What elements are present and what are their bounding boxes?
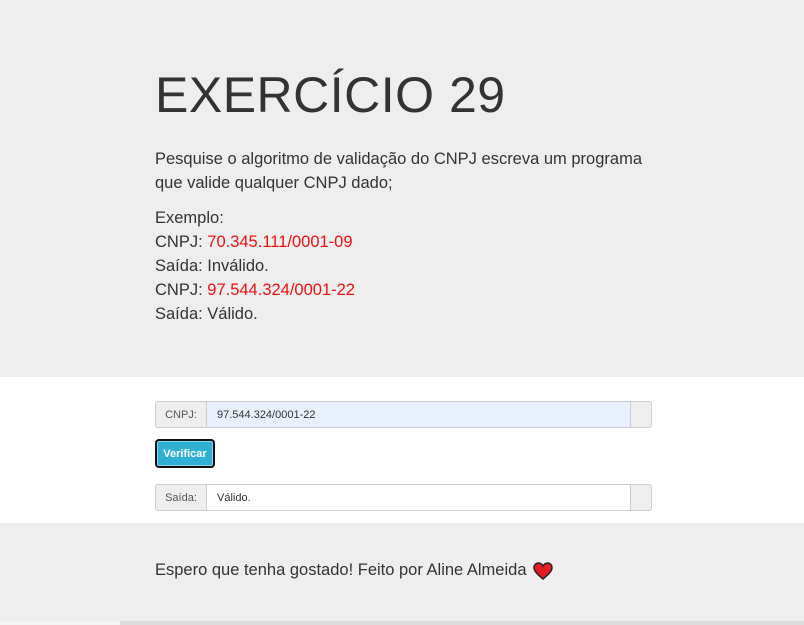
- horizontal-scrollbar[interactable]: [0, 621, 804, 625]
- saida-value: Inválido.: [207, 257, 269, 275]
- cnpj-value: 97.544.324/0001-22: [207, 281, 355, 299]
- exercise-description: Pesquise o algoritmo de validação do CNP…: [155, 150, 642, 192]
- hero-section: EXERCÍCIO 29 Pesquise o algoritmo de val…: [0, 0, 804, 377]
- scrollbar-thumb[interactable]: [0, 621, 120, 625]
- form-section: CNPJ: 97.544.324/0001-22 Verificar Saída…: [0, 377, 804, 523]
- example-saida-line-1: Saída: Inválido.: [155, 254, 355, 278]
- example-saida-line-2: Saída: Válido.: [155, 302, 355, 326]
- saida-value: Válido.: [207, 305, 258, 323]
- cnpj-input-group: CNPJ: 97.544.324/0001-22: [155, 401, 652, 428]
- saida-label: Saída:: [155, 257, 208, 275]
- cnpj-addon-label: CNPJ:: [156, 402, 207, 427]
- heart-icon: [532, 561, 553, 580]
- cnpj-input[interactable]: 97.544.324/0001-22: [207, 402, 630, 427]
- page-title: EXERCÍCIO 29: [155, 67, 506, 123]
- cnpj-label: CNPJ:: [155, 233, 208, 251]
- example-block: Exemplo: CNPJ: 70.345.111/0001-09 Saída:…: [155, 206, 355, 326]
- example-label: Exemplo:: [155, 209, 224, 227]
- saida-output-addon-end: [630, 485, 651, 510]
- footer: Espero que tenha gostado! Feito por Alin…: [0, 523, 804, 625]
- cnpj-label: CNPJ:: [155, 281, 208, 299]
- footer-line: Espero que tenha gostado! Feito por Alin…: [155, 561, 553, 580]
- footer-text: Espero que tenha gostado! Feito por Alin…: [155, 561, 527, 579]
- cnpj-value: 70.345.111/0001-09: [207, 233, 353, 251]
- saida-label: Saída:: [155, 305, 208, 323]
- cnpj-input-addon-end: [630, 402, 651, 427]
- example-cnpj-line-1: CNPJ: 70.345.111/0001-09: [155, 230, 355, 254]
- saida-addon-label: Saída:: [156, 485, 207, 510]
- verificar-button[interactable]: Verificar: [155, 439, 215, 468]
- saida-output: Válido.: [217, 491, 251, 504]
- example-cnpj-line-2: CNPJ: 97.544.324/0001-22: [155, 278, 355, 302]
- saida-output-group: Saída: Válido.: [155, 484, 652, 511]
